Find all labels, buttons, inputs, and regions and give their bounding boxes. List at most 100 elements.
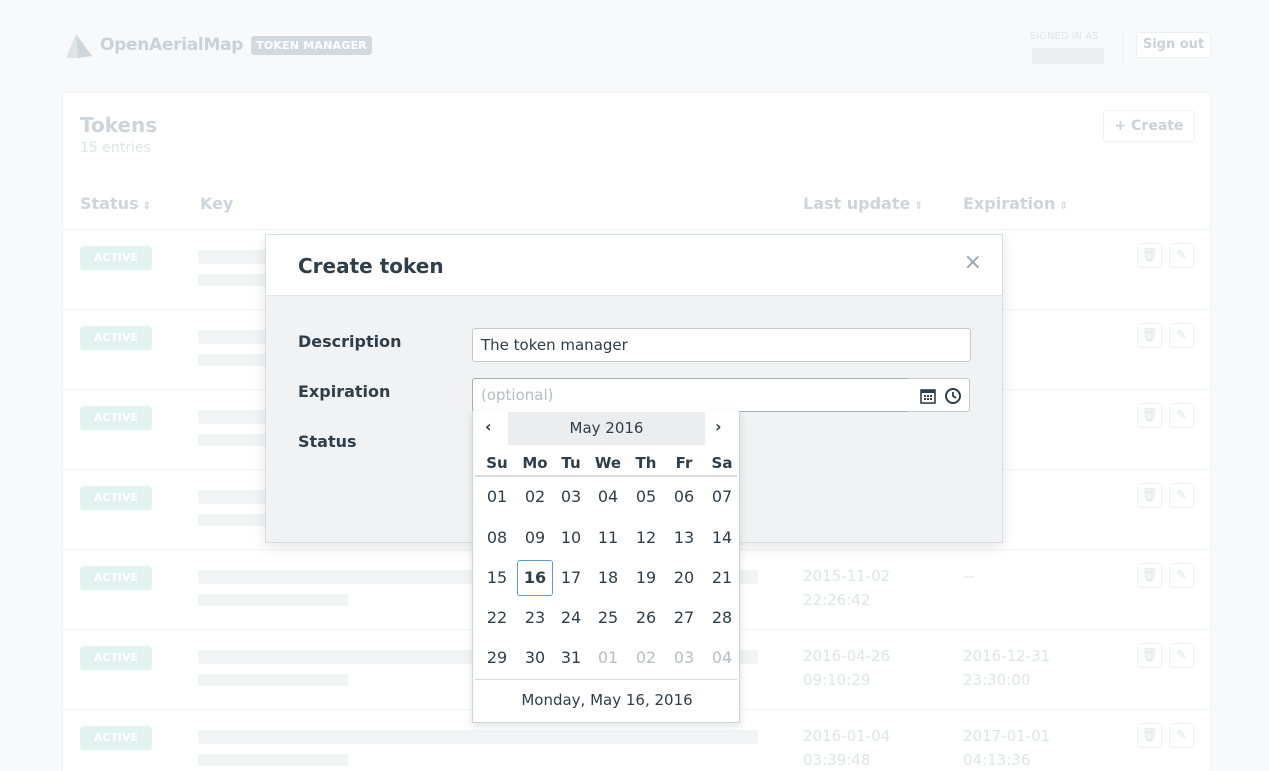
calendar-day[interactable]: 04 [704,640,740,676]
brand-badge: TOKEN MANAGER [251,35,372,55]
column-header-status[interactable]: Status ⇕ [80,194,151,213]
calendar-day[interactable]: 01 [479,479,515,515]
expiration-input[interactable]: (optional) [472,378,909,412]
trash-icon[interactable]: 🗑 [1137,643,1162,668]
trash-icon[interactable]: 🗑 [1137,243,1162,268]
prev-month-icon[interactable]: ‹ [485,417,492,436]
calendar-day[interactable]: 17 [553,560,589,596]
calendar-day[interactable]: 04 [590,479,626,515]
weekday-header: Su [486,454,508,472]
calendar-day[interactable]: 28 [704,600,740,636]
status-badge: ACTIVE [80,566,152,590]
calendar-day[interactable]: 30 [517,640,553,676]
expiration-addons [908,378,970,412]
pencil-icon[interactable]: ✎ [1169,323,1194,348]
sort-icon: ⇕ [914,201,923,212]
calendar-day[interactable]: 23 [517,600,553,636]
calendar-day[interactable]: 31 [553,640,589,676]
column-header-key: Key [200,194,234,213]
pencil-icon[interactable]: ✎ [1169,723,1194,748]
clock-icon[interactable] [944,387,962,405]
weekday-header: Tu [561,454,581,472]
status-badge: ACTIVE [80,646,152,670]
brand-logo[interactable]: OpenAerialMap TOKEN MANAGER [62,28,372,62]
calendar-icon[interactable] [919,387,937,405]
calendar-day[interactable]: 24 [553,600,589,636]
sort-icon: ⇕ [1059,201,1068,212]
token-key-redacted [198,730,758,744]
sign-out-button[interactable]: Sign out [1136,32,1211,58]
calendar-day[interactable]: 09 [517,520,553,556]
weekday-header: Th [635,454,657,472]
calendar-day[interactable]: 20 [666,560,702,596]
next-month-icon[interactable]: › [715,417,722,436]
signed-in-user-redacted [1032,48,1104,64]
entries-count: 15 entries [80,140,151,156]
description-input[interactable]: The token manager [472,328,971,362]
expiration-cell: 2017-01-01 04:13:36 [963,727,1051,769]
trash-icon[interactable]: 🗑 [1137,563,1162,588]
calendar-day[interactable]: 26 [628,600,664,636]
weekday-header: Fr [675,454,693,472]
calendar-day[interactable]: 14 [704,520,740,556]
month-switch[interactable]: May 2016 [508,412,705,445]
calendar-day[interactable]: 01 [590,640,626,676]
calendar-day[interactable]: 03 [666,640,702,676]
calendar-day[interactable]: 16 [517,560,553,596]
calendar-day[interactable]: 18 [590,560,626,596]
oam-logo-icon [66,34,92,58]
token-description-redacted [198,594,348,606]
sort-icon: ⇕ [142,201,151,212]
expiration-cell: -- [963,567,974,585]
status-badge: ACTIVE [80,246,152,270]
picker-footer-divider [475,679,737,680]
calendar-day[interactable]: 13 [666,520,702,556]
calendar-day[interactable]: 07 [704,479,740,515]
status-label: Status [298,432,357,451]
column-header-expiration[interactable]: Expiration ⇕ [963,194,1068,213]
status-badge: ACTIVE [80,406,152,430]
header-divider [1122,30,1123,64]
status-badge: ACTIVE [80,326,152,350]
close-icon[interactable]: × [964,251,982,275]
calendar-day[interactable]: 10 [553,520,589,556]
calendar-day[interactable]: 15 [479,560,515,596]
weekday-header: Sa [711,454,733,472]
calendar-day[interactable]: 06 [666,479,702,515]
calendar-day[interactable]: 11 [590,520,626,556]
status-badge: ACTIVE [80,726,152,750]
trash-icon[interactable]: 🗑 [1137,723,1162,748]
expiration-cell: 2016-12-31 23:30:00 [963,647,1051,689]
today-button[interactable]: Monday, May 16, 2016 [473,691,741,709]
pencil-icon[interactable]: ✎ [1169,243,1194,268]
pencil-icon[interactable]: ✎ [1169,483,1194,508]
plus-icon: + [1114,118,1127,134]
create-label: Create [1131,118,1184,134]
create-token-button[interactable]: + Create [1103,110,1195,142]
calendar-day[interactable]: 22 [479,600,515,636]
calendar-day[interactable]: 19 [628,560,664,596]
trash-icon[interactable]: 🗑 [1137,403,1162,428]
token-description-redacted [198,674,348,686]
expiration-label: Expiration [298,382,391,401]
trash-icon[interactable]: 🗑 [1137,483,1162,508]
calendar-day[interactable]: 03 [553,479,589,515]
weekday-divider [475,475,737,477]
pencil-icon[interactable]: ✎ [1169,563,1194,588]
column-header-last-update[interactable]: Last update ⇕ [803,194,923,213]
calendar-day[interactable]: 02 [628,640,664,676]
calendar-day[interactable]: 02 [517,479,553,515]
calendar-day[interactable]: 08 [479,520,515,556]
calendar-day[interactable]: 05 [628,479,664,515]
brand-name: OpenAerialMap [100,35,244,55]
weekday-header: We [594,454,622,472]
pencil-icon[interactable]: ✎ [1169,403,1194,428]
calendar-day[interactable]: 27 [666,600,702,636]
calendar-day[interactable]: 29 [479,640,515,676]
signed-in-label: SIGNED IN AS [1030,31,1099,42]
calendar-day[interactable]: 21 [704,560,740,596]
calendar-day[interactable]: 12 [628,520,664,556]
calendar-day[interactable]: 25 [590,600,626,636]
pencil-icon[interactable]: ✎ [1169,643,1194,668]
trash-icon[interactable]: 🗑 [1137,323,1162,348]
